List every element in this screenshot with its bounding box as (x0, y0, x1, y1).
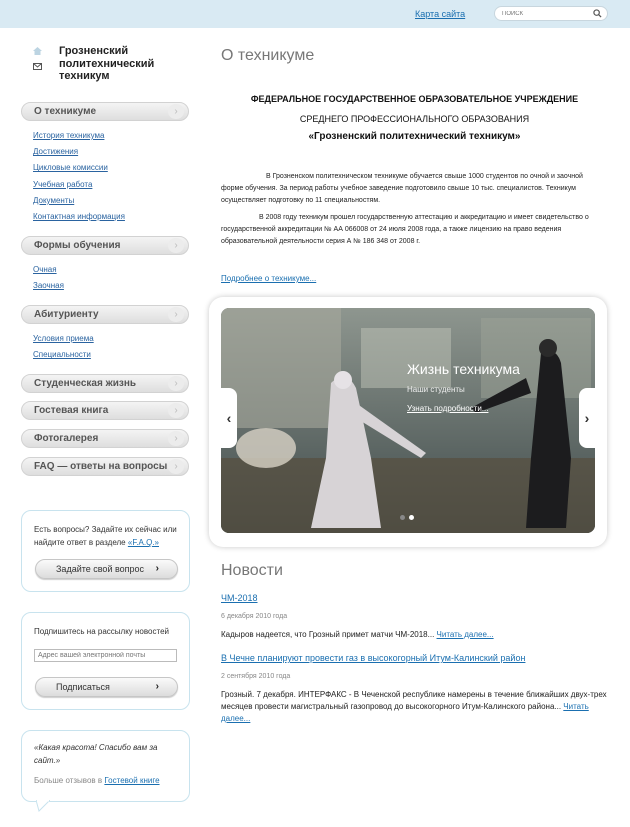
chevron-right-icon: › (168, 307, 184, 322)
news-item-date: 6 декабря 2010 года (221, 613, 288, 620)
news-item-title[interactable]: В Чечне планируют провести газ в высоког… (221, 653, 525, 663)
chevron-right-icon: › (584, 410, 590, 426)
sidebar-item-parttime[interactable]: Заочная (33, 281, 64, 297)
more-about-link[interactable]: Подробнее о техникуме... (221, 274, 316, 283)
review-quote: «Какая красота! Спасибо вам за сайт.» (34, 743, 158, 765)
about-paragraph-2: В 2008 году техникум прошел государствен… (221, 214, 589, 245)
sidebar-item-achievements[interactable]: Достижения (33, 147, 125, 163)
nav-section-faq[interactable]: FAQ — ответы на вопросы › (21, 457, 189, 476)
nav-section-label: Абитуриенту (34, 309, 99, 320)
review-box: «Какая красота! Спасибо вам за сайт.» Бо… (21, 730, 190, 802)
slider-more-link[interactable]: Узнать подробности... (407, 404, 488, 413)
slider-caption: Жизнь техникума (407, 361, 520, 377)
news-heading: Новости (221, 562, 283, 579)
search-icon[interactable] (593, 9, 602, 18)
slider-next-button[interactable]: › (579, 388, 595, 448)
subscribe-button[interactable]: Подписаться › (35, 677, 178, 697)
nav-sublist-about: История техникума Достижения Цикловые ко… (33, 131, 125, 228)
nav-section-label: О техникуме (34, 106, 97, 117)
nav-section-guestbook[interactable]: Гостевая книга › (21, 401, 189, 420)
logo-icons (33, 47, 43, 70)
ask-question-label: Задайте свой вопрос (56, 564, 145, 574)
chevron-right-icon: › (168, 431, 184, 446)
chevron-right-icon: › (155, 681, 159, 692)
slide-image (221, 308, 595, 533)
sidebar-item-fulltime[interactable]: Очная (33, 265, 64, 281)
nav-section-gallery[interactable]: Фотогалерея › (21, 429, 189, 448)
faq-box: Есть вопросы? Задайте их сейчас или найд… (21, 510, 190, 592)
sidebar-item-specialties[interactable]: Специальности (33, 350, 94, 366)
sidebar-item-commissions[interactable]: Цикловые комиссии (33, 163, 125, 179)
nav-sublist-forms: Очная Заочная (33, 265, 64, 297)
nav-section-applicants[interactable]: Абитуриенту › (21, 305, 189, 324)
news-read-more[interactable]: Читать далее... (437, 630, 494, 639)
nav-section-label: Гостевая книга (34, 405, 109, 416)
sidebar-item-admission[interactable]: Условия приема (33, 334, 94, 350)
chevron-right-icon: › (168, 238, 184, 253)
review-more: Больше отзывов в Гостевой книге (34, 774, 160, 787)
sidebar-item-study[interactable]: Учебная работа (33, 180, 125, 196)
news-item-body: Кадыров надеется, что Грозный примет мат… (221, 630, 435, 639)
search-box (494, 6, 608, 21)
ask-question-button[interactable]: Задайте свой вопрос › (35, 559, 178, 579)
sitemap-link[interactable]: Карта сайта (415, 9, 465, 19)
chevron-left-icon: ‹ (226, 410, 232, 426)
speech-tail-icon (36, 800, 50, 812)
sidebar-item-contacts[interactable]: Контактная информация (33, 212, 125, 228)
review-more-prefix: Больше отзывов в (34, 776, 103, 785)
faq-text: Есть вопросы? Задайте их сейчас или найд… (34, 523, 179, 549)
nav-section-about[interactable]: О техникуме › (21, 102, 189, 121)
slider-prev-button[interactable]: ‹ (221, 388, 237, 448)
nav-sublist-applicants: Условия приема Специальности (33, 334, 94, 366)
nav-section-student-life[interactable]: Студенческая жизнь › (21, 374, 189, 393)
subscribe-label: Подписаться (56, 682, 110, 692)
chevron-right-icon: › (168, 376, 184, 391)
org-heading-line1: ФЕДЕРАЛЬНОЕ ГОСУДАРСТВЕННОЕ ОБРАЗОВАТЕЛЬ… (250, 94, 579, 104)
nav-section-label: FAQ — ответы на вопросы (34, 461, 168, 472)
guestbook-link[interactable]: Гостевой книге (104, 776, 159, 785)
site-title[interactable]: Грозненский политехнический техникум (59, 45, 179, 83)
org-heading-line3: «Грозненский политехнический техникум» (308, 131, 521, 142)
slider-dot-active[interactable] (409, 515, 414, 520)
search-input[interactable] (502, 9, 590, 19)
page-title: О техникуме (221, 47, 315, 64)
slider-dot[interactable] (400, 515, 405, 520)
email-field[interactable] (34, 649, 177, 662)
nav-section-label: Студенческая жизнь (34, 378, 137, 389)
chevron-right-icon: › (168, 403, 184, 418)
chevron-right-icon: › (155, 563, 159, 574)
news-item-text: Грозный. 7 декабря. ИНТЕРФАКС - В Чеченс… (221, 689, 611, 725)
subscribe-title: Подпишитесь на рассылку новостей (34, 627, 169, 636)
news-item-title[interactable]: ЧМ-2018 (221, 593, 258, 603)
mail-icon[interactable] (33, 63, 42, 70)
chevron-right-icon: › (168, 459, 184, 474)
slide-photo (221, 308, 595, 533)
news-item-date: 2 сентября 2010 года (221, 673, 291, 680)
slider-subtitle: Наши студенты (407, 385, 465, 394)
chevron-right-icon: › (168, 104, 184, 119)
news-item-body: Грозный. 7 декабря. ИНТЕРФАКС - В Чеченс… (221, 690, 607, 711)
sidebar-item-history[interactable]: История техникума (33, 131, 125, 147)
org-heading-line2: СРЕДНЕГО ПРОФЕССИОНАЛЬНОГО ОБРАЗОВАНИЯ (299, 114, 530, 124)
nav-section-forms[interactable]: Формы обучения › (21, 236, 189, 255)
about-paragraph-1: В Грозненском политехническом техникуме … (221, 173, 583, 204)
news-item-text: Кадыров надеется, что Грозный примет мат… (221, 629, 611, 641)
home-icon[interactable] (33, 47, 42, 55)
sidebar-item-documents[interactable]: Документы (33, 196, 125, 212)
nav-section-label: Формы обучения (34, 240, 121, 251)
faq-link[interactable]: «F.A.Q.» (128, 538, 159, 547)
nav-section-label: Фотогалерея (34, 433, 99, 444)
